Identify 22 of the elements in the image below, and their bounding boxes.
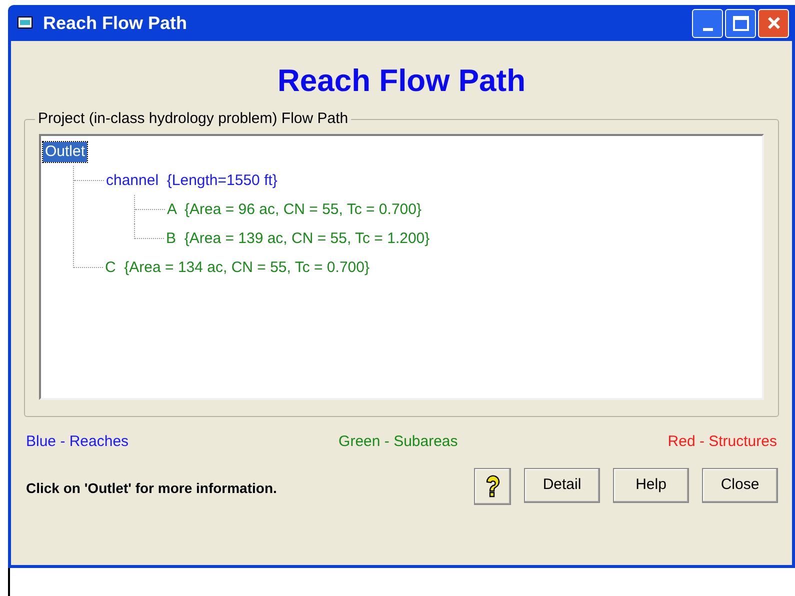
dialog-button[interactable]: Help	[613, 468, 689, 502]
dialog-heading: Reach Flow Path	[277, 63, 526, 99]
legend-text: Blue - Reaches	[26, 432, 129, 452]
dialog-button[interactable]: Close	[702, 468, 778, 502]
window-icon	[17, 15, 35, 31]
tree-item[interactable]: channel {Length=1550 ft}	[104, 170, 280, 190]
group-label: Project (in-class hydrology problem) Flow Path	[35, 110, 352, 128]
tree-item[interactable]: Outlet	[43, 142, 88, 162]
legend-text: Red - Structures	[668, 432, 777, 452]
tree-item[interactable]: C {Area = 134 ac, CN = 55, Tc = 0.700}	[103, 258, 372, 278]
minimize-button[interactable]	[692, 8, 723, 38]
hint-text: Click on 'Outlet' for more information.	[26, 478, 277, 498]
question-mark-icon	[484, 474, 502, 498]
legend-text: Green - Subareas	[338, 432, 458, 452]
close-icon	[766, 15, 782, 31]
window-title: Reach Flow Path	[43, 12, 188, 34]
dialog-button[interactable]: Detail	[524, 468, 600, 502]
tree-item[interactable]: A {Area = 96 ac, CN = 55, Tc = 0.700}	[165, 200, 424, 220]
maximize-button[interactable]	[725, 8, 756, 38]
tree-item[interactable]: B {Area = 139 ac, CN = 55, Tc = 1.200}	[164, 228, 432, 248]
whats-this-button[interactable]	[474, 468, 511, 504]
close-button[interactable]	[758, 8, 789, 38]
